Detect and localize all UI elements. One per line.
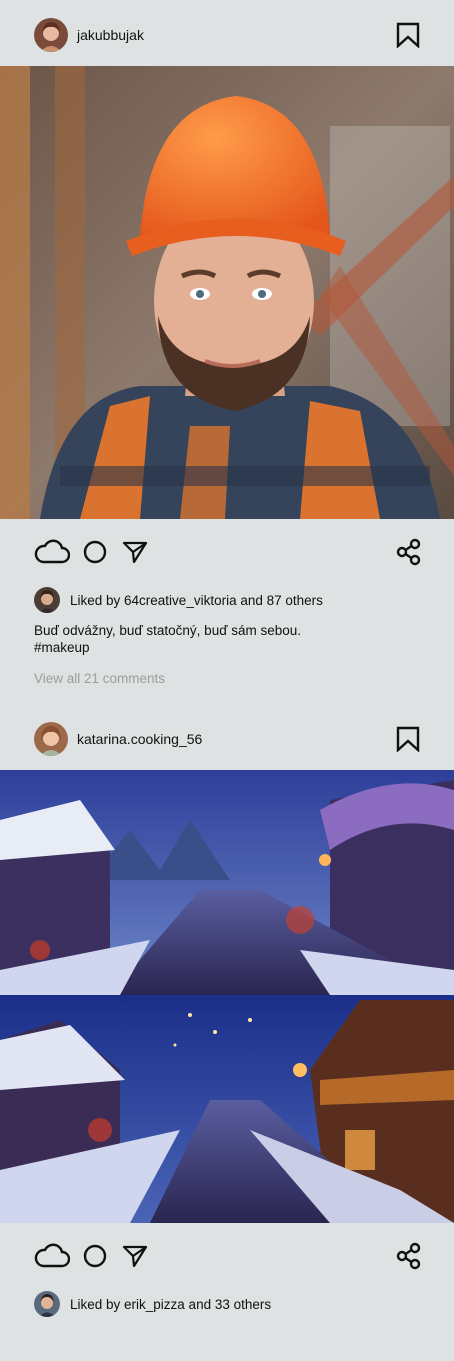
post-username[interactable]: jakubbujak	[77, 27, 144, 43]
post2-photo[interactable]	[0, 770, 454, 1223]
bookmark-icon[interactable]	[396, 726, 420, 752]
send-icon[interactable]	[122, 540, 148, 564]
view-comments-link[interactable]: View all 21 comments	[34, 671, 165, 686]
share-nodes-icon[interactable]	[396, 1242, 422, 1270]
likes-text[interactable]: Liked by 64creative_viktoria and 87 othe…	[70, 593, 323, 608]
avatar[interactable]	[34, 722, 68, 756]
send-icon[interactable]	[122, 1244, 148, 1268]
post1-photo[interactable]	[0, 66, 454, 519]
bookmark-icon[interactable]	[396, 22, 420, 48]
post-username[interactable]: katarina.cooking_56	[77, 731, 202, 747]
post1-header: jakubbujak	[0, 2, 454, 68]
caption-hashtag[interactable]: #makeup	[34, 639, 424, 656]
circle-icon[interactable]	[83, 540, 107, 564]
post2-header: katarina.cooking_56	[0, 706, 454, 772]
liker-avatar[interactable]	[34, 1291, 60, 1317]
caption-text: Buď odvážny, buď statočný, buď sám sebou…	[34, 623, 302, 638]
circle-icon[interactable]	[83, 1244, 107, 1268]
post2-actions	[0, 1236, 454, 1276]
avatar[interactable]	[34, 18, 68, 52]
cloud-icon[interactable]	[34, 1242, 70, 1268]
liker-avatar[interactable]	[34, 587, 60, 613]
share-nodes-icon[interactable]	[396, 538, 422, 566]
post1-likes: Liked by 64creative_viktoria and 87 othe…	[34, 587, 323, 613]
cloud-icon[interactable]	[34, 538, 70, 564]
post-caption: Buď odvážny, buď statočný, buď sám sebou…	[34, 622, 424, 656]
post2-likes: Liked by erik_pizza and 33 others	[34, 1291, 271, 1317]
likes-text[interactable]: Liked by erik_pizza and 33 others	[70, 1297, 271, 1312]
post1-actions	[0, 532, 454, 572]
